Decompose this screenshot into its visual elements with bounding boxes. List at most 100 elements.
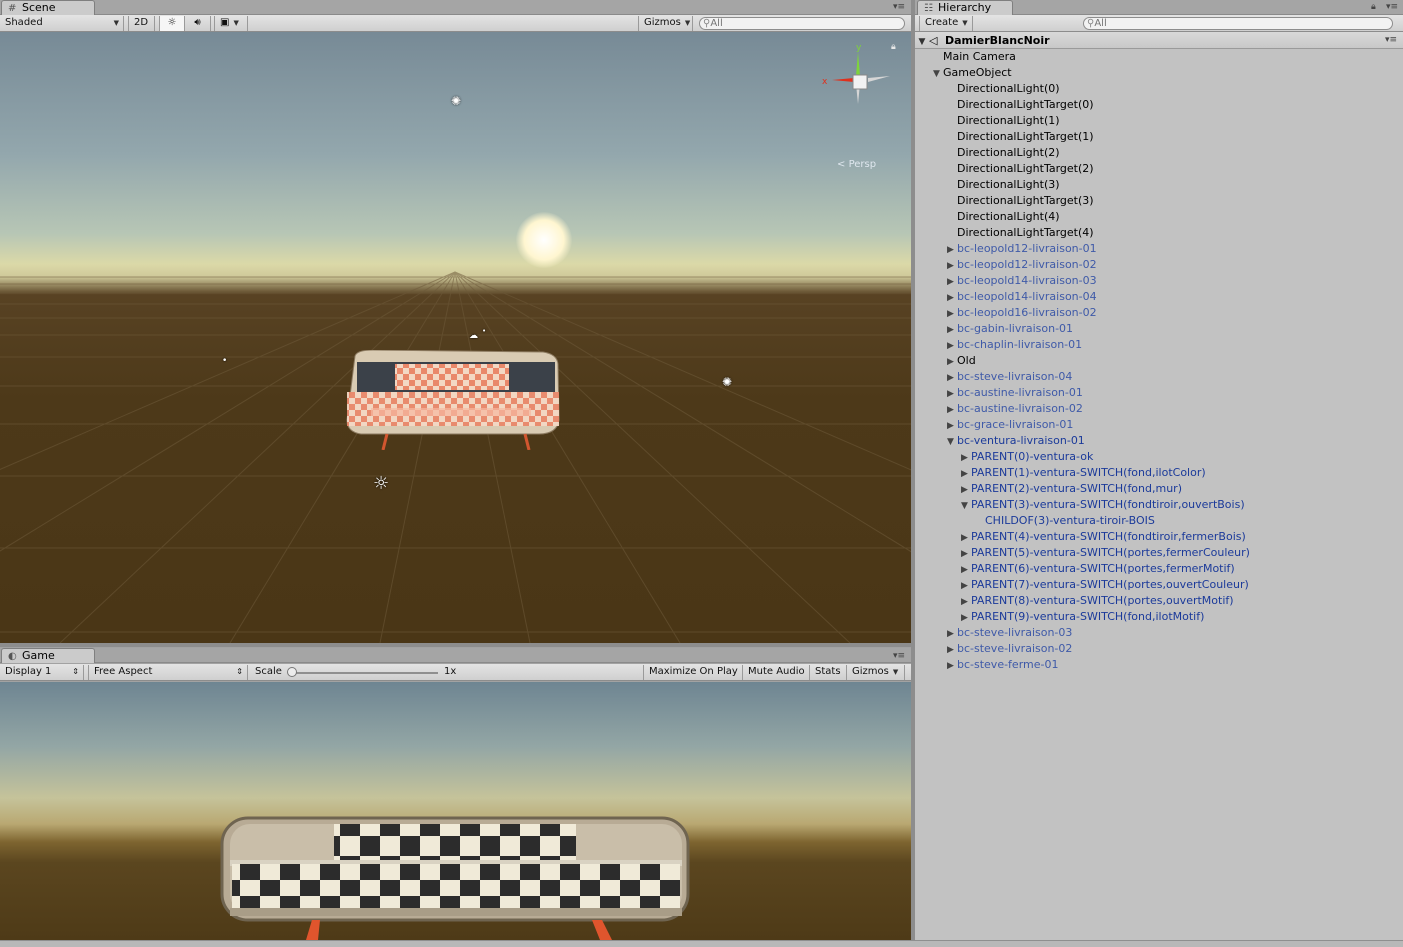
shading-mode-dropdown[interactable]: Shaded ▼ [0,16,124,31]
fold-open-icon[interactable]: ▼ [961,498,971,514]
directional-light-gizmo-icon[interactable]: ☼ [373,475,389,493]
fold-closed-icon[interactable]: ▶ [947,338,957,354]
fold-closed-icon[interactable]: ▶ [961,610,971,626]
scene-lighting-toggle[interactable]: ☼ [159,16,185,31]
directional-light-gizmo-icon[interactable]: ✺ [722,375,732,389]
scene-menu-icon[interactable]: ▾≡ [1385,32,1397,49]
fold-closed-icon[interactable]: ▶ [961,466,971,482]
game-gizmos-dropdown[interactable]: Gizmos ▼ [847,665,905,680]
panel-menu-icon[interactable]: ▾≡ [1386,2,1398,12]
tab-hierarchy[interactable]: ☷ Hierarchy [917,0,1013,15]
stats-toggle[interactable]: Stats [810,665,847,680]
hierarchy-item[interactable]: DirectionalLightTarget(3) [947,193,1094,209]
projection-label[interactable]: < Persp [837,159,876,170]
hierarchy-item[interactable]: ▶ bc-leopold16-livraison-02 [947,305,1097,321]
hierarchy-item[interactable]: ▶ bc-gabin-livraison-01 [947,321,1073,337]
panel-menu-icon[interactable]: ▾≡ [893,651,905,661]
hierarchy-item[interactable]: ▼ bc-ventura-livraison-01 [947,433,1085,449]
hierarchy-item[interactable]: ▶ bc-steve-ferme-01 [947,657,1058,673]
fold-closed-icon[interactable]: ▶ [947,290,957,306]
hierarchy-item[interactable]: ▶ bc-steve-livraison-04 [947,369,1072,385]
hierarchy-item[interactable]: ▶ PARENT(7)-ventura-SWITCH(portes,ouvertC… [961,577,1249,593]
scene-search-field[interactable]: ⚲ [699,17,905,30]
fold-closed-icon[interactable]: ▶ [961,546,971,562]
lock-icon[interactable]: 🔒︎ [1371,2,1376,12]
fold-open-icon[interactable]: ▼ [933,66,943,82]
hierarchy-item[interactable]: DirectionalLight(3) [947,177,1060,193]
panel-menu-icon[interactable]: ▾≡ [893,2,905,12]
fold-closed-icon[interactable]: ▶ [961,578,971,594]
hierarchy-item[interactable]: ▶ bc-austine-livraison-01 [947,385,1083,401]
hierarchy-search-field[interactable]: ⚲ [1083,17,1393,30]
hierarchy-item[interactable]: DirectionalLight(1) [947,113,1060,129]
hierarchy-item[interactable]: DirectionalLight(4) [947,209,1060,225]
hierarchy-item[interactable]: ▼ PARENT(3)-ventura-SWITCH(fondtiroir,ouv… [961,497,1245,513]
fold-open-icon[interactable]: ▼ [915,34,929,51]
fold-closed-icon[interactable]: ▶ [961,530,971,546]
hierarchy-item[interactable]: ▶ bc-leopold14-livraison-04 [947,289,1097,305]
hierarchy-item[interactable]: ▶ PARENT(6)-ventura-SWITCH(portes,fermerM… [961,561,1235,577]
hierarchy-item[interactable]: DirectionalLightTarget(4) [947,225,1094,241]
hierarchy-item[interactable]: ▶ bc-steve-livraison-02 [947,641,1072,657]
hierarchy-item[interactable]: ▶ PARENT(2)-ventura-SWITCH(fond,mur) [961,481,1182,497]
hierarchy-item[interactable]: DirectionalLight(2) [947,145,1060,161]
fold-open-icon[interactable]: ▼ [947,434,957,450]
fold-closed-icon[interactable]: ▶ [947,418,957,434]
fold-closed-icon[interactable]: ▶ [947,322,957,338]
light-target-gizmo-icon[interactable]: • [482,324,486,338]
sideboard-model-scene[interactable] [343,350,565,450]
fold-closed-icon[interactable]: ▶ [947,386,957,402]
scene-search-input[interactable] [710,18,872,29]
display-dropdown[interactable]: Display 1 ⇕ [0,665,84,680]
fold-closed-icon[interactable]: ▶ [947,402,957,418]
fold-closed-icon[interactable]: ▶ [947,354,957,370]
fold-closed-icon[interactable]: ▶ [947,626,957,642]
hierarchy-item[interactable]: ▶ PARENT(0)-ventura-ok [961,449,1093,465]
hierarchy-item[interactable]: ▶ bc-grace-livraison-01 [947,417,1073,433]
orientation-gizmo[interactable]: y x [818,40,898,120]
hierarchy-item[interactable]: ▶ bc-leopold12-livraison-01 [947,241,1097,257]
hierarchy-item[interactable]: DirectionalLightTarget(1) [947,129,1094,145]
directional-light-gizmo-icon[interactable]: ✺ [451,94,461,108]
hierarchy-item[interactable]: ▶ PARENT(5)-ventura-SWITCH(portes,fermerC… [961,545,1250,561]
aspect-dropdown[interactable]: Free Aspect ⇕ [88,665,248,680]
game-viewport[interactable] [0,682,911,940]
hierarchy-item[interactable]: ▶ bc-austine-livraison-02 [947,401,1083,417]
hierarchy-item[interactable]: CHILDOF(3)-ventura-tiroir-BOIS [975,513,1155,529]
light-target-gizmo-icon[interactable]: • [222,354,227,368]
scale-slider-track[interactable] [290,672,438,674]
hierarchy-item[interactable]: ▶ bc-leopold12-livraison-02 [947,257,1097,273]
camera-gizmo-icon[interactable]: ☁ [469,329,478,343]
hierarchy-item[interactable]: ▼ GameObject [933,65,1012,81]
fold-closed-icon[interactable]: ▶ [947,658,957,674]
hierarchy-item[interactable]: DirectionalLightTarget(2) [947,161,1094,177]
horizontal-splitter[interactable] [0,643,911,647]
fold-closed-icon[interactable]: ▶ [947,370,957,386]
hierarchy-item[interactable]: DirectionalLight(0) [947,81,1060,97]
hierarchy-item[interactable]: ▶ bc-leopold14-livraison-03 [947,273,1097,289]
hierarchy-item[interactable]: ▶ PARENT(8)-ventura-SWITCH(portes,ouvertM… [961,593,1234,609]
scene-root-row[interactable]: ▼ ◁ DamierBlancNoir ▾≡ [915,32,1403,49]
scene-audio-toggle[interactable]: 🔊︎ [185,16,211,31]
fold-closed-icon[interactable]: ▶ [961,482,971,498]
hierarchy-item[interactable]: DirectionalLightTarget(0) [947,97,1094,113]
hierarchy-item[interactable]: ▶ PARENT(9)-ventura-SWITCH(fond,ilotMotif… [961,609,1204,625]
scene-effects-dropdown[interactable]: ▣ ▼ [214,16,248,31]
scale-slider-thumb[interactable] [287,667,297,677]
mute-audio-toggle[interactable]: Mute Audio [743,665,810,680]
tab-scene[interactable]: # Scene [1,0,95,15]
fold-closed-icon[interactable]: ▶ [947,258,957,274]
fold-closed-icon[interactable]: ▶ [947,274,957,290]
lock-icon[interactable]: 🔒︎ [891,42,896,52]
hierarchy-search-input[interactable] [1094,18,1339,29]
fold-closed-icon[interactable]: ▶ [961,450,971,466]
hierarchy-item[interactable]: ▶ PARENT(1)-ventura-SWITCH(fond,ilotColor… [961,465,1206,481]
fold-closed-icon[interactable]: ▶ [961,562,971,578]
fold-closed-icon[interactable]: ▶ [947,242,957,258]
mode-2d-toggle[interactable]: 2D [128,16,155,31]
scene-gizmos-dropdown[interactable]: Gizmos ▼ [638,16,693,31]
hierarchy-item[interactable]: ▶ bc-steve-livraison-03 [947,625,1072,641]
hierarchy-item[interactable]: ▶ PARENT(4)-ventura-SWITCH(fondtiroir,fer… [961,529,1246,545]
hierarchy-item[interactable]: Main Camera [933,49,1016,65]
create-dropdown[interactable]: Create ▼ [919,16,973,31]
